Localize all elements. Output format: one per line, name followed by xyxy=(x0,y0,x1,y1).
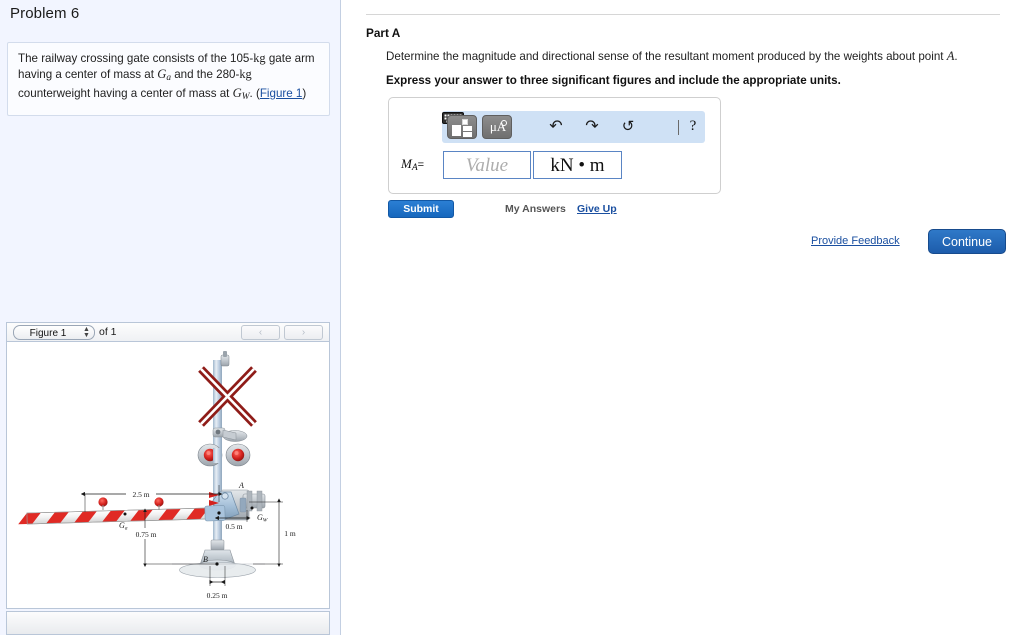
right-panel: Part A Determine the magnitude and direc… xyxy=(342,0,1024,635)
toolbar-divider xyxy=(678,120,679,135)
answer-variable-symbol: M xyxy=(401,156,412,171)
figure-next-button[interactable]: › xyxy=(284,325,323,340)
answer-equals-sign: = xyxy=(417,159,425,171)
point-b-label: B xyxy=(203,555,208,564)
dim-label-2-5m: 2.5 m xyxy=(132,490,149,499)
question-text: Determine the magnitude and directional … xyxy=(386,49,1006,64)
figure-selector-dropdown[interactable]: Figure 1 ▲ ▼ xyxy=(13,325,95,340)
figure-prev-button[interactable]: ‹ xyxy=(241,325,280,340)
redo-icon[interactable]: ↷ xyxy=(582,117,602,137)
answer-unit-input[interactable]: kN • m xyxy=(533,151,622,179)
dim-label-0-5m: 0.5 m xyxy=(225,522,242,531)
submit-button[interactable]: Submit xyxy=(388,200,454,218)
statement-part-5: . ( xyxy=(249,87,260,100)
point-a-label: A xyxy=(238,481,244,490)
railway-crossing-gate-diagram: 2.5 m 0.75 m 0.5 m 1 m 0.25 m A B Ga GW xyxy=(18,351,296,600)
figure-image-container: 2.5 m 0.75 m 0.5 m 1 m 0.25 m A B Ga GW xyxy=(6,341,330,609)
figure-selector-value: Figure 1 xyxy=(29,328,67,339)
dim-label-0-75m: 0.75 m xyxy=(136,530,157,539)
unit-kg-2: kg xyxy=(239,66,252,81)
statement-part-4: counterweight having a center of mass at xyxy=(18,87,233,100)
units-label: μA xyxy=(489,119,507,134)
provide-feedback-link[interactable]: Provide Feedback xyxy=(811,235,900,247)
dim-label-0-25m: 0.25 m xyxy=(207,591,228,600)
undo-icon[interactable]: ↶ xyxy=(546,117,566,137)
page-title: Problem 6 xyxy=(10,5,80,22)
cg-weight-symbol: G xyxy=(232,86,242,100)
question-text-post: . xyxy=(954,50,958,63)
question-text-pre: Determine the magnitude and directional … xyxy=(386,50,947,63)
reset-icon[interactable]: ↺ xyxy=(618,117,638,137)
answer-variable-label: MA= xyxy=(401,156,424,173)
statement-part-3: and the 280- xyxy=(171,67,240,81)
help-icon[interactable]: ? xyxy=(685,116,701,137)
part-title: Part A xyxy=(366,26,401,40)
answer-toolbar: μA ↶ ↷ ↺ ? xyxy=(442,111,705,143)
left-panel: Problem 6 The railway crossing gate cons… xyxy=(0,0,341,635)
answer-entry-box: μA ↶ ↷ ↺ ? MA= Value kN • m xyxy=(388,97,721,194)
units-button[interactable]: μA xyxy=(482,115,512,139)
dim-label-1m: 1 m xyxy=(284,529,296,538)
give-up-link[interactable]: Give Up xyxy=(577,203,617,215)
section-divider xyxy=(366,14,1000,15)
cg-weight-subscript: W xyxy=(241,92,250,102)
figure-count-label: of 1 xyxy=(99,326,117,338)
figure-1-link[interactable]: Figure 1 xyxy=(260,87,303,100)
template-icon-bar-top xyxy=(463,126,472,131)
figure-toolbar: Figure 1 ▲ ▼ of 1 ‹ › xyxy=(6,322,330,341)
cg-weight-label: GW xyxy=(257,513,269,524)
figure-panel: Figure 1 ▲ ▼ of 1 ‹ › 2.5 m 0.75 m 0.5 m… xyxy=(6,322,330,635)
template-icon-bar-bottom xyxy=(463,132,472,137)
continue-button[interactable]: Continue xyxy=(928,229,1006,254)
answer-value-input[interactable]: Value xyxy=(443,151,531,179)
problem-statement-text: The railway crossing gate consists of th… xyxy=(18,51,319,106)
degree-ring-icon xyxy=(501,120,507,126)
figure-footer-bar xyxy=(6,611,330,635)
cg-arm-symbol: G xyxy=(157,66,167,81)
unit-kg-1: kg xyxy=(253,51,266,65)
cg-arm-label: Ga xyxy=(119,521,128,532)
chevron-updown-icon: ▲ ▼ xyxy=(83,326,90,339)
math-template-button[interactable] xyxy=(447,115,477,139)
statement-part-6: ) xyxy=(302,87,307,100)
problem-statement-box: The railway crossing gate consists of th… xyxy=(7,42,330,116)
template-icon xyxy=(452,125,461,136)
statement-part-1: The railway crossing gate consists of th… xyxy=(18,52,254,65)
instruction-text: Express your answer to three significant… xyxy=(386,74,841,87)
template-icon-box xyxy=(462,119,468,125)
my-answers-link[interactable]: My Answers xyxy=(505,203,566,215)
